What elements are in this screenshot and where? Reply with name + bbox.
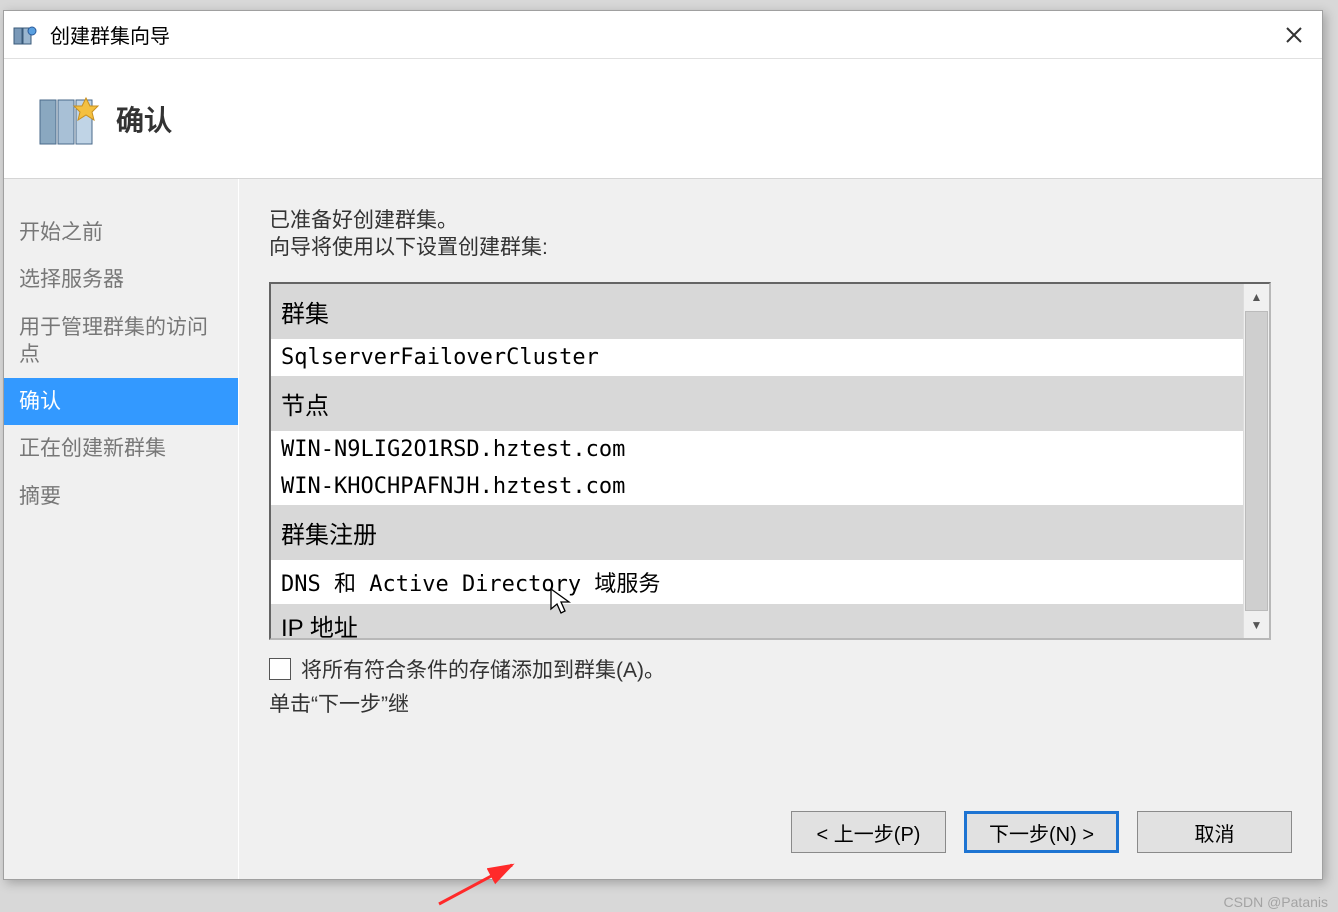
summary-head-ip: IP 地址 [271, 604, 1243, 638]
summary-head-cluster: 群集 [271, 284, 1243, 339]
scroll-down-icon[interactable]: ▼ [1244, 612, 1269, 638]
wizard-sidebar: 开始之前 选择服务器 用于管理群集的访问点 确认 正在创建新群集 摘要 [4, 179, 239, 879]
add-storage-label: 将所有符合条件的存储添加到群集(A)。 [301, 654, 665, 684]
wizard-header-icon [34, 84, 104, 154]
next-hint: 单击“下一步”继 [269, 688, 1292, 718]
cancel-button[interactable]: 取消 [1137, 811, 1292, 853]
wizard-main: 已准备好创建群集。 向导将使用以下设置创建群集: 群集 SqlserverFai… [239, 179, 1322, 879]
summary-head-registration: 群集注册 [271, 505, 1243, 560]
add-storage-row: 将所有符合条件的存储添加到群集(A)。 [269, 654, 1292, 684]
scroll-up-icon[interactable]: ▲ [1244, 284, 1269, 310]
sidebar-step-creating[interactable]: 正在创建新群集 [4, 425, 238, 472]
annotation-arrow-icon [434, 859, 524, 909]
window-title: 创建群集向导 [50, 20, 170, 49]
summary-head-nodes: 节点 [271, 376, 1243, 431]
intro-line1: 已准备好创建群集。 [269, 209, 458, 232]
sidebar-step-before-begin[interactable]: 开始之前 [4, 209, 238, 256]
sidebar-step-summary[interactable]: 摘要 [4, 473, 238, 520]
next-button[interactable]: 下一步(N) > [964, 811, 1119, 853]
summary-scrollbar[interactable]: ▲ ▼ [1243, 284, 1269, 638]
intro-line2: 向导将使用以下设置创建群集: [269, 236, 548, 259]
close-button[interactable] [1274, 15, 1314, 55]
sidebar-step-confirmation[interactable]: 确认 [4, 378, 238, 425]
wizard-step-title: 确认 [116, 99, 172, 139]
intro-text: 已准备好创建群集。 向导将使用以下设置创建群集: [269, 207, 1292, 262]
watermark: CSDN @Patanis [1224, 894, 1328, 910]
wizard-header: 确认 [4, 59, 1322, 179]
app-icon [12, 24, 40, 46]
add-storage-checkbox[interactable] [269, 658, 291, 680]
sidebar-step-select-servers[interactable]: 选择服务器 [4, 256, 238, 303]
summary-node-1: WIN-N9LIG2O1RSD.hztest.com [271, 431, 1243, 468]
scroll-thumb[interactable] [1245, 311, 1268, 611]
wizard-buttons: < 上一步(P) 下一步(N) > 取消 [269, 811, 1292, 859]
wizard-window: 创建群集向导 确认 开始之前 选择服务器 用于管理群集的访问点 确认 正在创建新… [3, 10, 1323, 880]
wizard-body: 开始之前 选择服务器 用于管理群集的访问点 确认 正在创建新群集 摘要 已准备好… [4, 179, 1322, 879]
summary-listbox: 群集 SqlserverFailoverCluster 节点 WIN-N9LIG… [269, 282, 1271, 640]
summary-node-2: WIN-KHOCHPAFNJH.hztest.com [271, 468, 1243, 505]
titlebar: 创建群集向导 [4, 11, 1322, 59]
summary-registration: DNS 和 Active Directory 域服务 [271, 560, 1243, 604]
summary-cluster-name: SqlserverFailoverCluster [271, 339, 1243, 376]
prev-button[interactable]: < 上一步(P) [791, 811, 946, 853]
sidebar-step-access-point[interactable]: 用于管理群集的访问点 [4, 304, 238, 379]
summary-content: 群集 SqlserverFailoverCluster 节点 WIN-N9LIG… [271, 284, 1243, 638]
